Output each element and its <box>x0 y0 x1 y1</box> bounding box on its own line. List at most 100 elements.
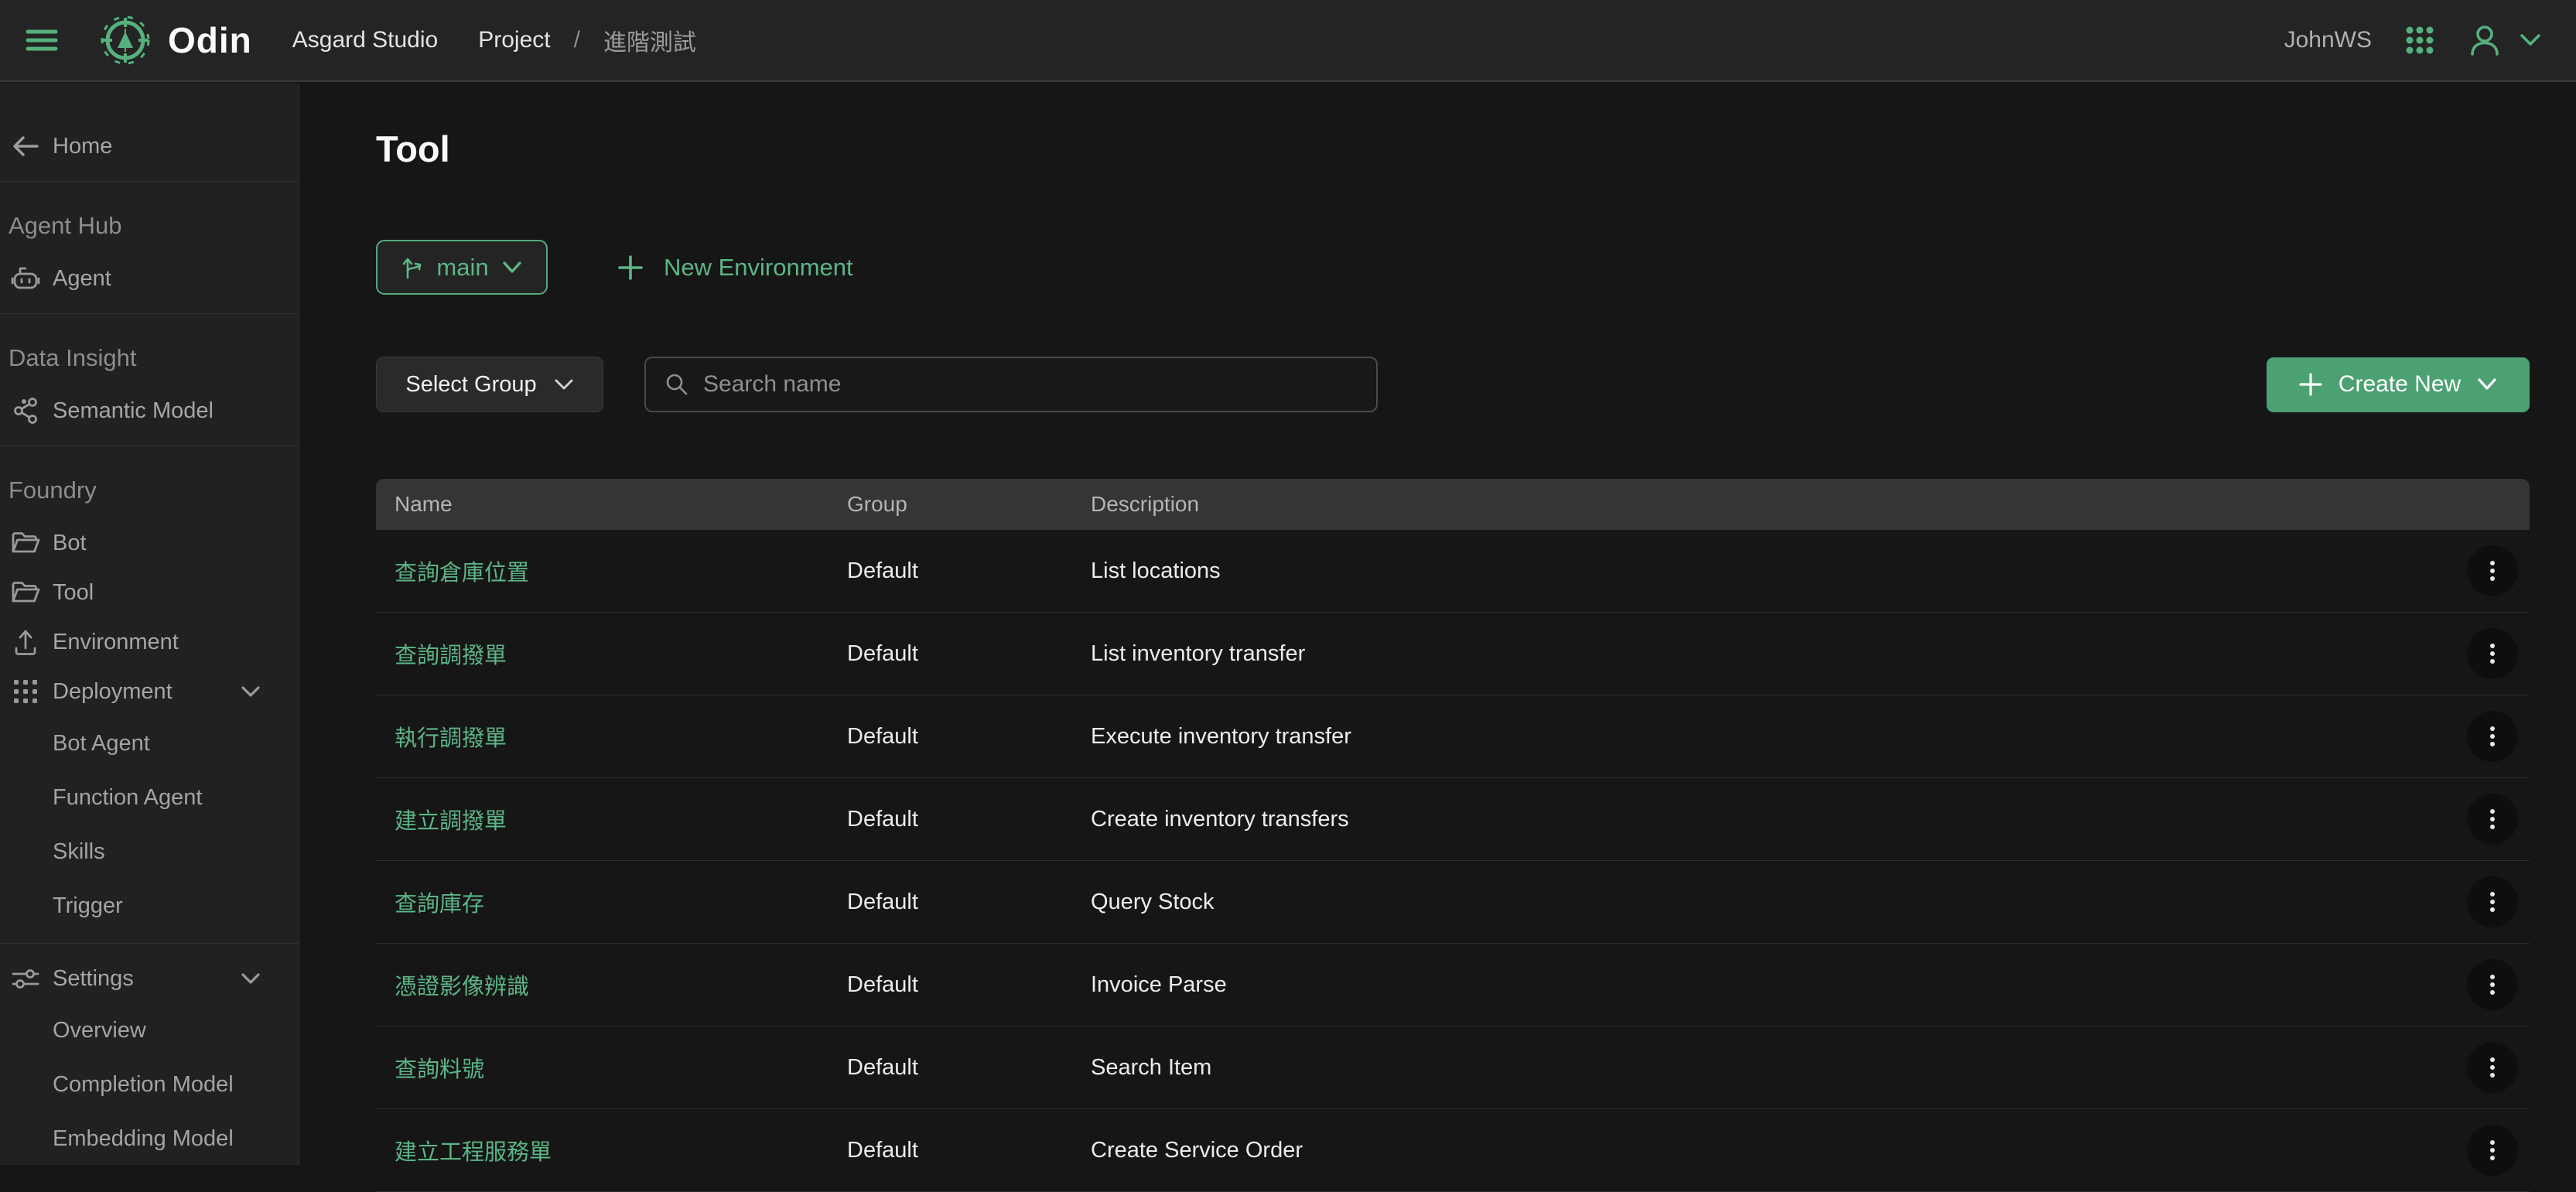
tool-group-cell: Default <box>847 890 1091 915</box>
sidebar-item-home[interactable]: Home <box>0 121 299 171</box>
tool-description-cell: Query Stock <box>1091 890 2455 915</box>
group-select-dropdown[interactable]: Select Group <box>376 357 603 412</box>
chevron-down-icon <box>554 378 574 391</box>
chevron-down-icon <box>240 685 261 698</box>
tool-description-cell: List inventory transfer <box>1091 641 2455 667</box>
new-environment-label: New Environment <box>664 254 853 282</box>
folder-icon <box>9 580 42 605</box>
branch-icon <box>401 254 424 281</box>
row-menu-button[interactable] <box>2467 794 2518 845</box>
sidebar-item-label: Semantic Model <box>53 398 214 424</box>
tool-name-link[interactable]: 執行調撥單 <box>395 726 507 751</box>
tool-group-cell: Default <box>847 972 1091 998</box>
kebab-menu-icon <box>2489 890 2496 914</box>
odin-logo-icon <box>98 13 152 67</box>
section-header-data-insight: Data Insight <box>0 324 299 386</box>
kebab-menu-icon <box>2489 1056 2496 1079</box>
tool-name-link[interactable]: 查詢庫存 <box>395 892 484 917</box>
tool-group-cell: Default <box>847 807 1091 832</box>
apps-grid-button[interactable] <box>2404 25 2435 56</box>
kebab-menu-icon <box>2489 808 2496 831</box>
row-menu-button[interactable] <box>2467 628 2518 679</box>
sidebar-item-overview[interactable]: Overview <box>0 1003 299 1057</box>
column-header-description: Description <box>1091 492 2455 517</box>
sidebar-item-tool[interactable]: Tool <box>0 568 299 617</box>
user-icon <box>2468 23 2502 57</box>
table-row: 查詢倉庫位置 Default List locations <box>376 530 2530 613</box>
section-header-agent-hub: Agent Hub <box>0 192 299 254</box>
breadcrumb-project-name: 進階測試 <box>603 23 696 57</box>
tool-group-cell: Default <box>847 641 1091 667</box>
row-menu-button[interactable] <box>2467 876 2518 927</box>
row-menu-button[interactable] <box>2467 711 2518 762</box>
chevron-down-icon <box>501 261 523 275</box>
new-environment-button[interactable]: New Environment <box>617 254 853 282</box>
tool-description-cell: Create inventory transfers <box>1091 807 2455 832</box>
section-header-foundry: Foundry <box>0 456 299 518</box>
tool-description-cell: Create Service Order <box>1091 1138 2455 1163</box>
tool-name-link[interactable]: 查詢倉庫位置 <box>395 561 529 586</box>
sidebar-divider <box>0 943 299 944</box>
main-content: Tool main New Environment Select Group <box>300 84 2576 1192</box>
sidebar-item-function-agent[interactable]: Function Agent <box>0 770 299 825</box>
kebab-menu-icon <box>2489 973 2496 996</box>
tool-name-link[interactable]: 查詢料號 <box>395 1057 484 1082</box>
hamburger-menu-icon <box>26 28 58 53</box>
row-menu-button[interactable] <box>2467 1042 2518 1093</box>
tool-name-link[interactable]: 查詢調撥單 <box>395 644 507 668</box>
chevron-down-icon <box>240 972 261 985</box>
sidebar-divider <box>0 313 299 314</box>
tool-name-link[interactable]: 憑證影像辨識 <box>395 975 529 999</box>
top-navbar: Odin Asgard Studio Project / 進階測試 JohnWS <box>0 0 2576 82</box>
table-row: 憑證影像辨識 Default Invoice Parse <box>376 944 2530 1026</box>
sidebar-item-deployment[interactable]: Deployment <box>0 667 299 716</box>
tool-name-link[interactable]: 建立調撥單 <box>395 809 507 834</box>
row-menu-button[interactable] <box>2467 959 2518 1010</box>
plus-icon <box>2298 372 2323 397</box>
nav-asgard-studio[interactable]: Asgard Studio <box>292 27 438 53</box>
tool-group-cell: Default <box>847 558 1091 584</box>
sidebar-item-semantic-model[interactable]: Semantic Model <box>0 386 299 435</box>
row-menu-button[interactable] <box>2467 545 2518 596</box>
page-title: Tool <box>376 128 2530 170</box>
branch-selector[interactable]: main <box>376 240 548 295</box>
tool-description-cell: Execute inventory transfer <box>1091 724 2455 750</box>
folder-icon <box>9 531 42 555</box>
sidebar-item-label: Deployment <box>53 679 173 705</box>
sidebar-item-trigger[interactable]: Trigger <box>0 879 299 933</box>
table-row: 查詢調撥單 Default List inventory transfer <box>376 613 2530 695</box>
row-menu-button[interactable] <box>2467 1125 2518 1176</box>
column-header-group: Group <box>847 492 1091 517</box>
user-menu-button[interactable] <box>2468 23 2542 57</box>
create-new-button[interactable]: Create New <box>2267 357 2530 412</box>
tool-name-link[interactable]: 建立工程服務單 <box>395 1140 552 1165</box>
sidebar-item-bot-agent[interactable]: Bot Agent <box>0 716 299 770</box>
sidebar-item-skills[interactable]: Skills <box>0 825 299 879</box>
chevron-down-icon <box>2476 377 2498 391</box>
navbar-right-group: JohnWS <box>2284 23 2542 57</box>
search-input[interactable] <box>703 371 1358 398</box>
sidebar-item-label: Tool <box>53 580 94 606</box>
sidebar-item-settings[interactable]: Settings <box>0 954 299 1003</box>
sidebar-divider <box>0 181 299 182</box>
network-icon <box>9 396 42 425</box>
search-box <box>644 357 1378 412</box>
table-header: Name Group Description <box>376 479 2530 530</box>
tool-group-cell: Default <box>847 1138 1091 1163</box>
table-body: 查詢倉庫位置 Default List locations 查詢調撥單 Defa… <box>376 530 2530 1192</box>
sidebar-item-agent[interactable]: Agent <box>0 254 299 303</box>
sidebar-item-label: Settings <box>53 966 134 992</box>
tool-description-cell: Invoice Parse <box>1091 972 2455 998</box>
brand-title: Odin <box>168 19 252 61</box>
sidebar-item-embedding-model[interactable]: Embedding Model <box>0 1112 299 1165</box>
table-row: 執行調撥單 Default Execute inventory transfer <box>376 695 2530 778</box>
hamburger-menu-button[interactable] <box>26 28 58 53</box>
table-row: 建立工程服務單 Default Create Service Order <box>376 1109 2530 1192</box>
sidebar-item-completion-model[interactable]: Completion Model <box>0 1057 299 1112</box>
sidebar-item-bot[interactable]: Bot <box>0 518 299 568</box>
nav-project[interactable]: Project <box>478 27 550 53</box>
tool-description-cell: Search Item <box>1091 1055 2455 1081</box>
group-select-label: Select Group <box>405 372 536 398</box>
sidebar-item-environment[interactable]: Environment <box>0 617 299 667</box>
column-header-name: Name <box>376 492 847 517</box>
